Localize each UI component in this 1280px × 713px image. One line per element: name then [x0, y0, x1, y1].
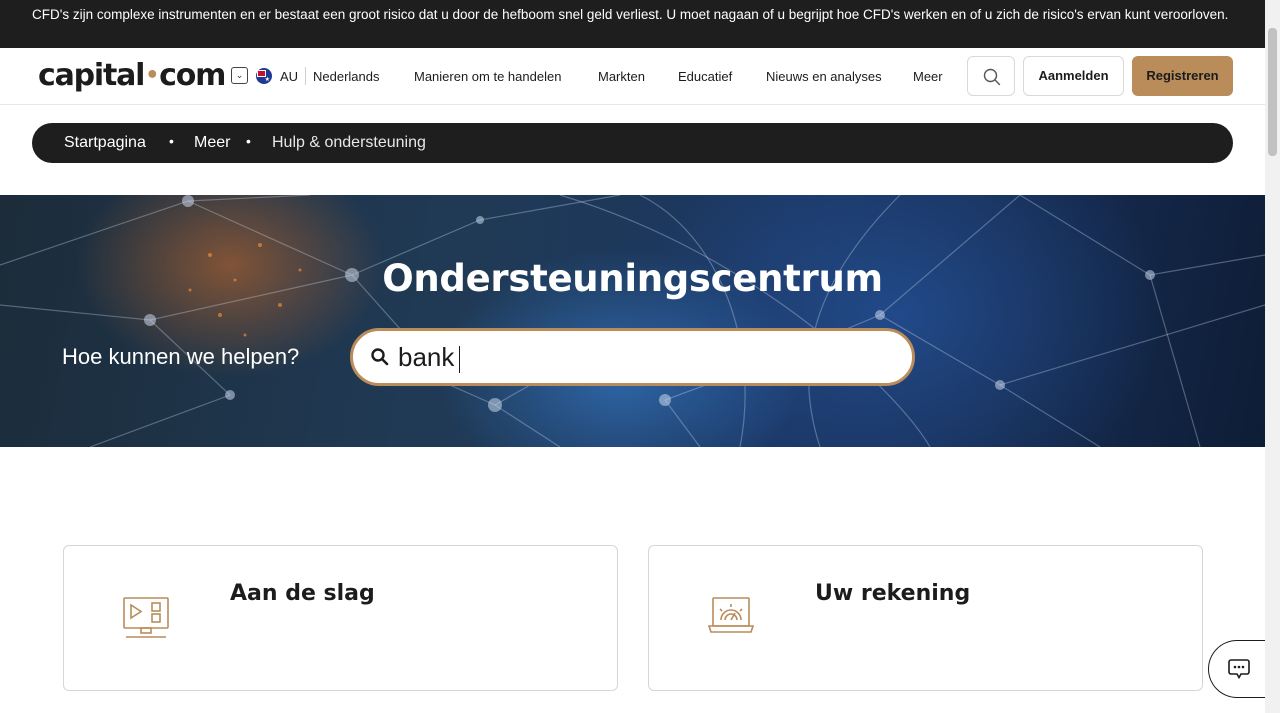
support-hero: Ondersteuningscentrum Hoe kunnen we help…: [0, 195, 1265, 447]
logo-text-right: com: [159, 58, 226, 93]
breadcrumb-more[interactable]: Meer: [194, 134, 230, 152]
nav-more[interactable]: Meer: [913, 69, 943, 84]
laptop-gauge-icon: [707, 597, 755, 633]
search-icon: [371, 348, 389, 366]
risk-warning-banner: CFD's zijn complexe instrumenten en er b…: [0, 0, 1265, 48]
login-button[interactable]: Aanmelden: [1023, 56, 1124, 96]
scrollbar-thumb[interactable]: [1268, 28, 1277, 156]
chat-support-button[interactable]: [1208, 640, 1270, 698]
text-cursor: [459, 346, 460, 373]
search-icon: [983, 68, 1001, 86]
network-background-graphic: [0, 195, 1265, 447]
nav-news-analysis[interactable]: Nieuws en analyses: [766, 69, 882, 84]
chat-bubble-icon: [1228, 659, 1250, 680]
register-button[interactable]: Registreren: [1132, 56, 1233, 96]
breadcrumb-home[interactable]: Startpagina: [64, 134, 146, 152]
risk-warning-text: CFD's zijn complexe instrumenten en er b…: [32, 7, 1229, 22]
monitor-play-icon: [123, 597, 169, 638]
support-search-box[interactable]: [350, 328, 915, 386]
logo-dot: •: [145, 63, 159, 88]
card-title: Aan de slag: [230, 581, 375, 606]
page-scrollbar[interactable]: [1265, 0, 1280, 713]
capital-com-logo[interactable]: capital•com: [38, 58, 226, 93]
logo-text-left: capital: [38, 58, 145, 93]
region-code[interactable]: AU: [280, 69, 298, 84]
language-selector[interactable]: Nederlands: [313, 69, 380, 84]
header-search-button[interactable]: [967, 56, 1015, 96]
nav-education[interactable]: Educatief: [678, 69, 732, 84]
language-divider: [305, 67, 306, 85]
search-prompt-label: Hoe kunnen we helpen?: [62, 344, 300, 369]
page-title: Ondersteuningscentrum: [382, 257, 883, 300]
card-title: Uw rekening: [815, 581, 971, 606]
nav-ways-to-trade[interactable]: Manieren om te handelen: [414, 69, 561, 84]
category-card-your-account[interactable]: Uw rekening: [648, 545, 1203, 691]
site-header: capital•com ⌄ AU Nederlands Manieren om …: [0, 48, 1265, 105]
breadcrumb: Startpagina • Meer • Hulp & ondersteunin…: [32, 123, 1233, 163]
support-search-input[interactable]: [398, 341, 888, 373]
australia-flag-icon: [256, 68, 272, 84]
breadcrumb-separator: •: [169, 133, 174, 149]
category-card-getting-started[interactable]: Aan de slag: [63, 545, 618, 691]
breadcrumb-current: Hulp & ondersteuning: [272, 134, 426, 151]
nav-markets[interactable]: Markten: [598, 69, 645, 84]
region-dropdown-icon[interactable]: ⌄: [231, 67, 248, 84]
breadcrumb-separator: •: [246, 133, 251, 149]
